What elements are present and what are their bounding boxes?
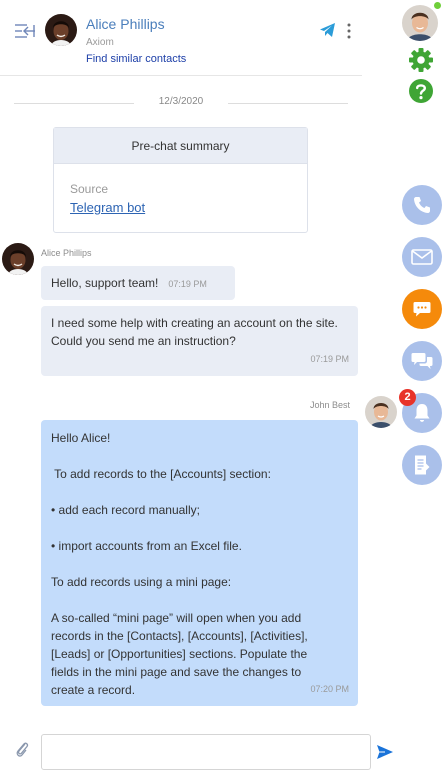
online-status-dot xyxy=(434,2,441,9)
help-icon[interactable] xyxy=(408,78,434,104)
message-text: • import accounts from an Excel file. xyxy=(51,539,242,553)
sender-name: Alice Phillips xyxy=(41,248,92,258)
phone-icon xyxy=(414,197,430,213)
message-text: Hello Alice! xyxy=(51,431,111,445)
source-link[interactable]: Telegram bot xyxy=(70,200,145,215)
gear-icon[interactable] xyxy=(408,47,434,73)
divider-line xyxy=(228,103,348,104)
conversations-button[interactable] xyxy=(402,341,442,381)
prechat-summary-card: Pre-chat summary Source Telegram bot xyxy=(53,127,308,233)
phone-button[interactable] xyxy=(402,185,442,225)
message-text: A so-called “mini page” will open when y… xyxy=(51,611,308,697)
message-text xyxy=(51,555,348,573)
attachment-icon[interactable] xyxy=(14,740,30,758)
message-text: Hello, support team! xyxy=(51,276,159,290)
message-text xyxy=(51,447,348,465)
message-input[interactable] xyxy=(41,734,371,770)
message-text: To add records to the [Accounts] section… xyxy=(51,467,271,481)
message-time: 07:19 PM xyxy=(310,354,349,364)
sender-avatar xyxy=(2,243,34,275)
message-text xyxy=(51,591,348,609)
conversations-icon xyxy=(411,353,433,369)
send-icon[interactable] xyxy=(376,744,394,760)
message-time: 07:19 PM xyxy=(168,279,207,289)
message-text: • add each record manually; xyxy=(51,503,200,517)
date-label: 12/3/2020 xyxy=(158,96,204,107)
bell-icon xyxy=(414,404,430,422)
source-label: Source xyxy=(70,182,109,196)
date-divider: 12/3/2020 xyxy=(14,96,348,110)
chat-button[interactable] xyxy=(402,289,442,329)
chat-panel: Alice Phillips Axiom Find similar contac… xyxy=(0,0,397,777)
contact-company: Axiom xyxy=(86,37,114,48)
message-time: 07:20 PM xyxy=(310,684,349,694)
chat-icon xyxy=(413,302,431,317)
collapse-panel-icon[interactable] xyxy=(14,22,36,40)
feed-button[interactable] xyxy=(402,445,442,485)
agent-avatar xyxy=(365,396,397,428)
message-text xyxy=(51,483,348,501)
message-text: I need some help with creating an accoun… xyxy=(51,316,338,330)
message-text xyxy=(51,519,348,537)
feed-icon xyxy=(415,455,430,475)
telegram-icon xyxy=(320,23,335,37)
contact-name[interactable]: Alice Phillips xyxy=(86,16,165,32)
message-bubble: I need some help with creating an accoun… xyxy=(41,306,358,376)
user-avatar[interactable] xyxy=(402,5,438,41)
prechat-summary-title: Pre-chat summary xyxy=(54,128,307,164)
sender-name: John Best xyxy=(310,400,351,410)
chat-header: Alice Phillips Axiom Find similar contac… xyxy=(0,0,362,76)
more-options-icon[interactable] xyxy=(344,22,354,40)
message-text: Could you send me an instruction? xyxy=(51,334,236,348)
notification-count-badge: 2 xyxy=(399,389,416,406)
email-icon xyxy=(411,249,433,265)
email-button[interactable] xyxy=(402,237,442,277)
find-similar-contacts-link[interactable]: Find similar contacts xyxy=(86,53,186,65)
message-text: To add records using a mini page: xyxy=(51,575,232,589)
message-bubble: Hello, support team! 07:19 PM xyxy=(41,266,235,300)
communication-sidebar: 2 xyxy=(399,0,444,777)
contact-avatar[interactable] xyxy=(45,14,77,46)
message-bubble: Hello Alice! To add records to the [Acco… xyxy=(41,420,358,706)
